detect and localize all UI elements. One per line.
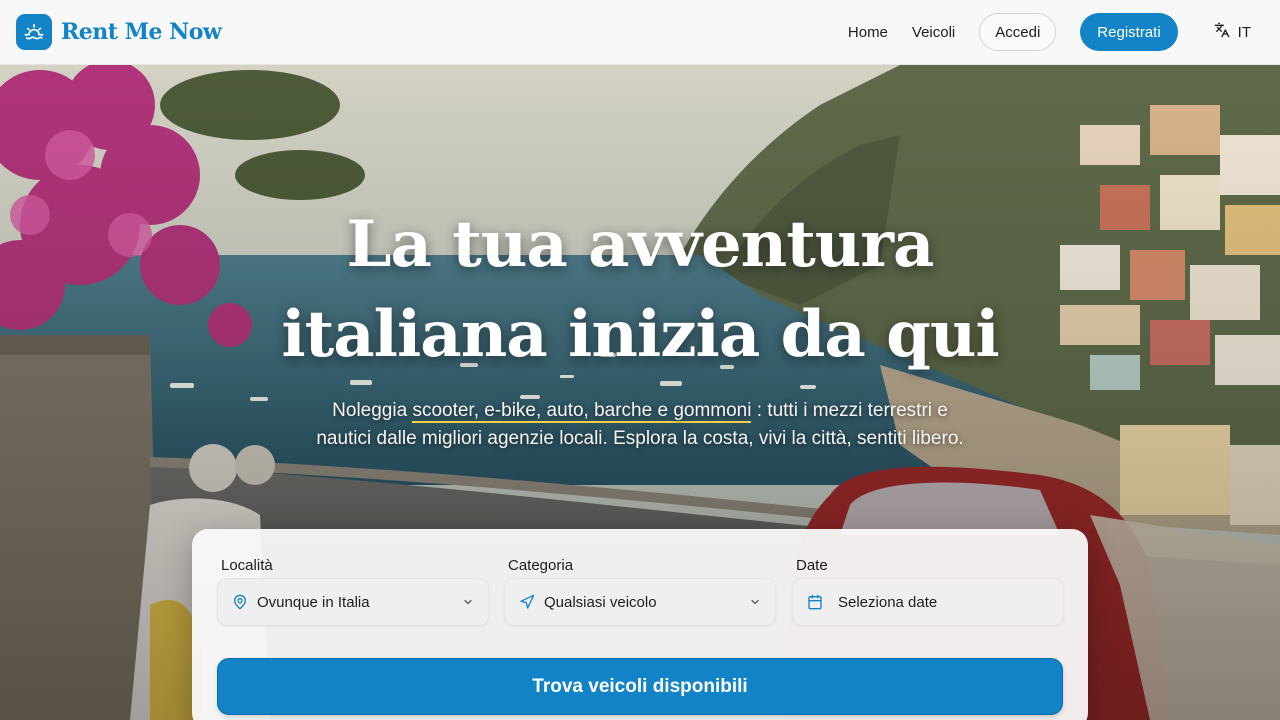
category-select[interactable]: Qualsiasi veicolo [504,578,776,626]
translate-icon [1214,22,1230,42]
hero-title-line-2: italiana inizia da qui [281,297,999,372]
navigation-arrow-icon [519,594,535,610]
find-vehicles-button[interactable]: Trova veicoli disponibili [217,658,1063,715]
location-label: Località [221,557,273,574]
navbar: Rent Me Now Home Veicoli Accedi Registra… [0,0,1280,65]
login-button[interactable]: Accedi [979,13,1057,51]
search-panel: Località Ovunque in Italia Categoria Qua… [192,529,1088,720]
hero-section: La tua avventura italiana inizia da qui … [0,65,1280,720]
hero-title-line-1: La tua avventura [346,207,935,282]
sun-logo-icon [16,14,52,50]
calendar-icon [807,594,823,610]
chevron-down-icon [749,596,761,608]
location-value: Ovunque in Italia [257,593,370,611]
dates-label: Date [796,557,828,574]
language-code: IT [1237,23,1251,41]
category-label: Categoria [508,557,574,574]
category-value: Qualsiasi veicolo [544,593,657,611]
map-pin-icon [232,594,248,610]
brand-name: Rent Me Now [61,19,222,45]
hero-subtitle: Noleggia scooter, e-bike, auto, barche e… [310,397,970,453]
chevron-down-icon [462,596,474,608]
register-button[interactable]: Registrati [1080,13,1178,51]
nav-link-home[interactable]: Home [848,24,888,41]
dates-picker[interactable]: Seleziona date [792,578,1064,626]
location-select[interactable]: Ovunque in Italia [217,578,489,626]
brand-logo[interactable]: Rent Me Now [16,14,222,50]
language-selector[interactable]: IT [1214,22,1251,42]
hero-title: La tua avventura italiana inizia da qui [240,200,1040,380]
dates-value: Seleziona date [838,593,938,611]
nav-menu: Home Veicoli Accedi Registrati IT [848,13,1264,51]
hero-subtitle-highlight: scooter, e-bike, auto, barche e gommoni [412,400,752,423]
nav-link-veicoli[interactable]: Veicoli [912,24,955,41]
hero-subtitle-intro: Noleggia [332,400,413,421]
